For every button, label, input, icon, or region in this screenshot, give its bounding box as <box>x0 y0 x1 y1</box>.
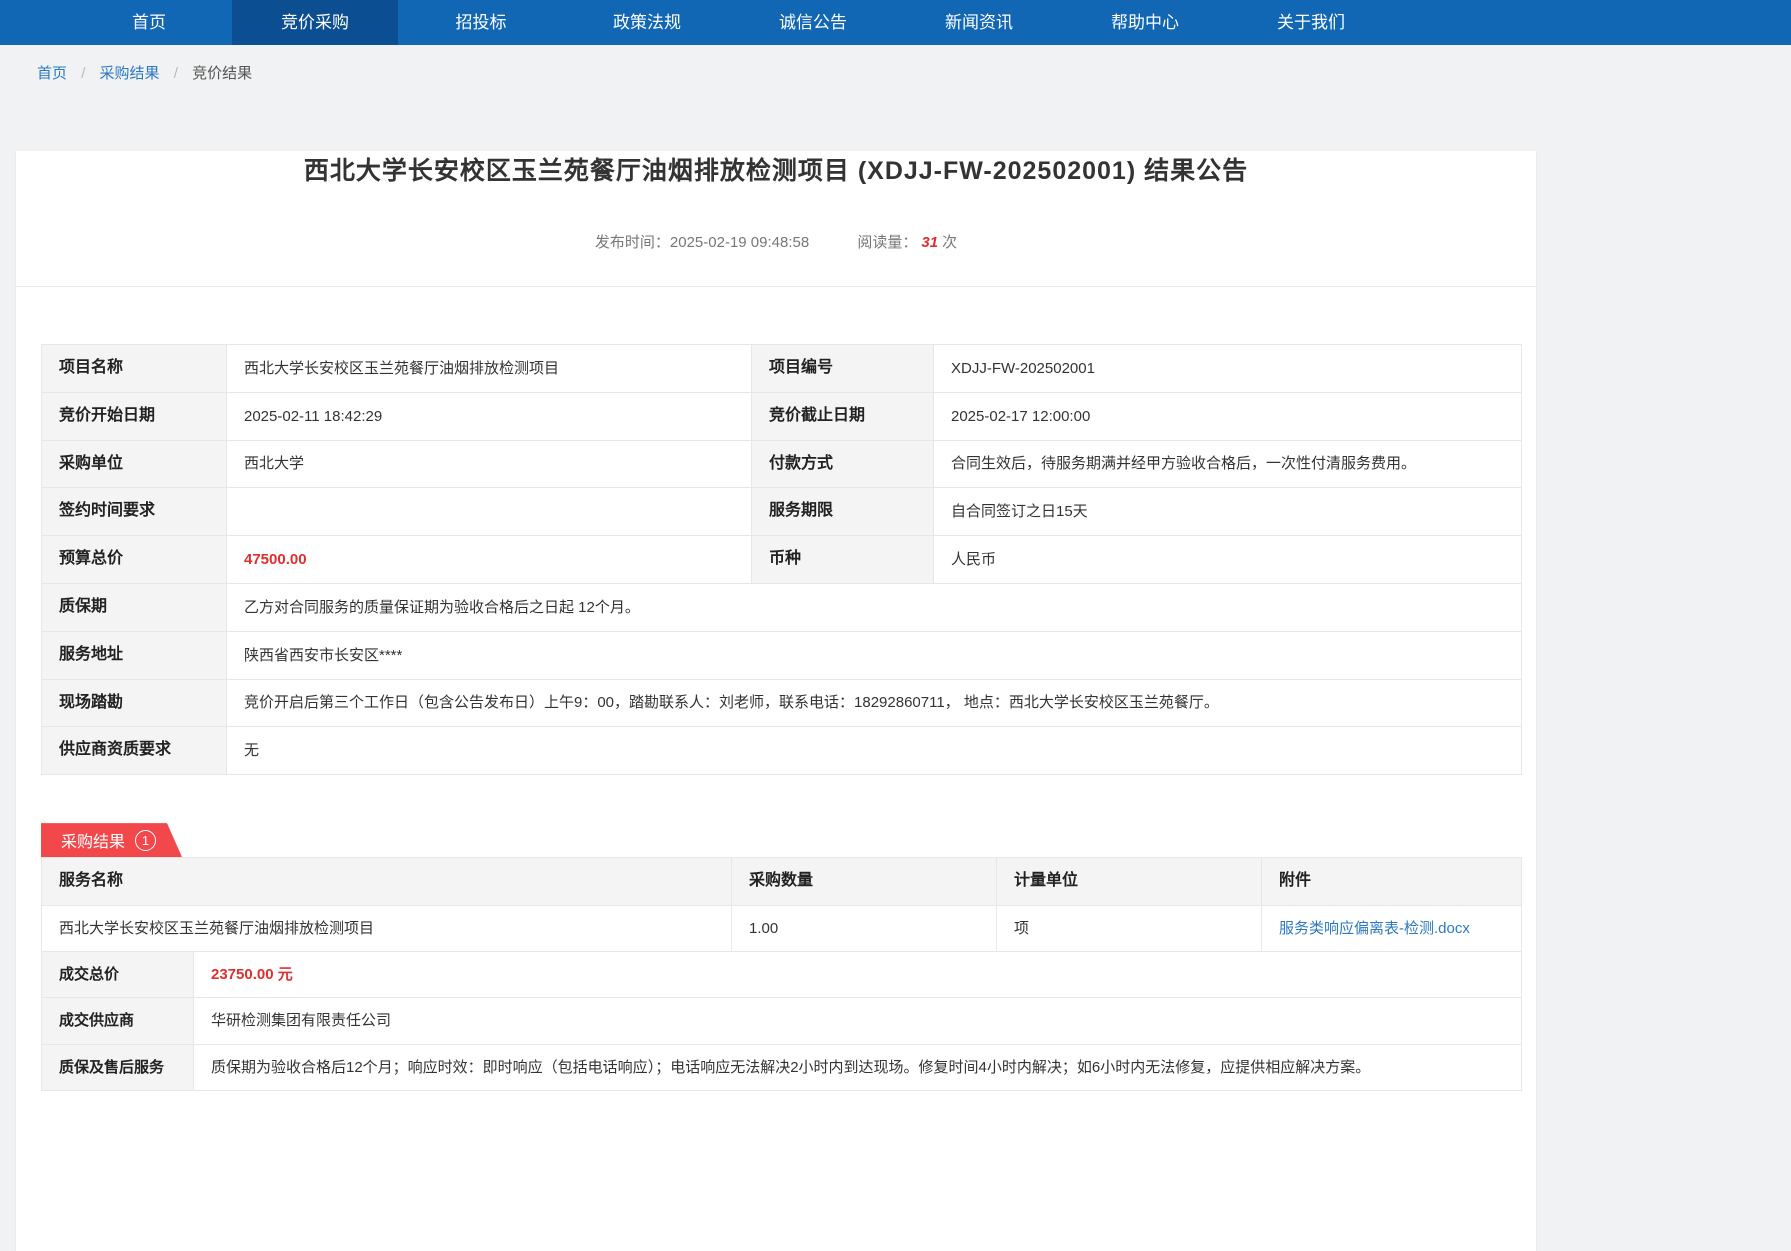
result-summary-table: 成交总价 23750.00 元 成交供应商 华研检测集团有限责任公司 质保及售后… <box>41 951 1522 1091</box>
table-header-row: 服务名称 采购数量 计量单位 附件 <box>42 858 1522 906</box>
attachment-header: 附件 <box>1262 858 1522 906</box>
budget-total-value: 47500.00 <box>227 536 752 584</box>
deal-total-label: 成交总价 <box>42 952 194 998</box>
service-address-value: 陕西省西安市长安区**** <box>227 631 1522 679</box>
views-count: 31 <box>921 234 938 251</box>
service-name-header: 服务名称 <box>42 858 732 906</box>
currency-label: 币种 <box>752 536 934 584</box>
nav-item-news[interactable]: 新闻资讯 <box>896 0 1062 45</box>
purchase-result-table: 服务名称 采购数量 计量单位 附件 西北大学长安校区玉兰苑餐厅油烟排放检测项目 … <box>41 857 1522 952</box>
table-row: 现场踏勘 竞价开启后第三个工作日（包含公告发布日）上午9：00，踏勘联系人：刘老… <box>42 679 1522 727</box>
winning-supplier-value: 华研检测集团有限责任公司 <box>194 998 1522 1044</box>
winning-supplier-label: 成交供应商 <box>42 998 194 1044</box>
purchase-result-badge-label: 采购结果 <box>61 828 125 852</box>
breadcrumb: 首页 / 采购结果 / 竞价结果 <box>0 45 1791 96</box>
supplier-qualification-value: 无 <box>227 727 1522 775</box>
table-row: 采购单位 西北大学 付款方式 合同生效后，待服务期满并经甲方验收合格后，一次性付… <box>42 440 1522 488</box>
quantity-value: 1.00 <box>732 905 997 951</box>
project-number-value: XDJJ-FW-202502001 <box>934 345 1522 393</box>
table-row: 项目名称 西北大学长安校区玉兰苑餐厅油烟排放检测项目 项目编号 XDJJ-FW-… <box>42 345 1522 393</box>
purchaser-value: 西北大学 <box>227 440 752 488</box>
warranty-period-value: 乙方对合同服务的质量保证期为验收合格后之日起 12个月。 <box>227 583 1522 631</box>
service-period-label: 服务期限 <box>752 488 934 536</box>
bid-end-label: 竞价截止日期 <box>752 392 934 440</box>
table-row: 西北大学长安校区玉兰苑餐厅油烟排放检测项目 1.00 项 服务类响应偏离表-检测… <box>42 905 1522 951</box>
table-row: 质保期 乙方对合同服务的质量保证期为验收合格后之日起 12个月。 <box>42 583 1522 631</box>
bid-start-value: 2025-02-11 18:42:29 <box>227 392 752 440</box>
table-row: 预算总价 47500.00 币种 人民币 <box>42 536 1522 584</box>
sign-time-label: 签约时间要求 <box>42 488 227 536</box>
supplier-qualification-label: 供应商资质要求 <box>42 727 227 775</box>
table-row: 竞价开始日期 2025-02-11 18:42:29 竞价截止日期 2025-0… <box>42 392 1522 440</box>
result-count-badge: 1 <box>135 830 156 851</box>
service-period-value: 自合同签订之日15天 <box>934 488 1522 536</box>
service-name-value: 西北大学长安校区玉兰苑餐厅油烟排放检测项目 <box>42 905 732 951</box>
payment-method-value: 合同生效后，待服务期满并经甲方验收合格后，一次性付清服务费用。 <box>934 440 1522 488</box>
nav-item-home[interactable]: 首页 <box>66 0 232 45</box>
project-number-label: 项目编号 <box>752 345 934 393</box>
table-row: 成交总价 23750.00 元 <box>42 952 1522 998</box>
nav-item-policy[interactable]: 政策法规 <box>564 0 730 45</box>
purchaser-label: 采购单位 <box>42 440 227 488</box>
quantity-header: 采购数量 <box>732 858 997 906</box>
payment-method-label: 付款方式 <box>752 440 934 488</box>
content-card: 西北大学长安校区玉兰苑餐厅油烟排放检测项目 (XDJJ-FW-202502001… <box>15 151 1537 1251</box>
sign-time-value <box>227 488 752 536</box>
deal-total-value: 23750.00 元 <box>194 952 1522 998</box>
table-row: 签约时间要求 服务期限 自合同签订之日15天 <box>42 488 1522 536</box>
table-row: 供应商资质要求 无 <box>42 727 1522 775</box>
table-row: 质保及售后服务 质保期为验收合格后12个月；响应时效：即时响应（包括电话响应）；… <box>42 1044 1522 1090</box>
purchase-result-badge: 采购结果 1 <box>41 823 182 857</box>
nav-item-bidding-purchase[interactable]: 竞价采购 <box>232 0 398 45</box>
page-title: 西北大学长安校区玉兰苑餐厅油烟排放检测项目 (XDJJ-FW-202502001… <box>16 151 1536 187</box>
publish-time-value: 2025-02-19 09:48:58 <box>670 234 809 251</box>
breadcrumb-separator: / <box>81 65 85 82</box>
nav-item-tender[interactable]: 招投标 <box>398 0 564 45</box>
breadcrumb-separator: / <box>174 65 178 82</box>
unit-header: 计量单位 <box>997 858 1262 906</box>
header-divider <box>16 286 1536 287</box>
warranty-service-label: 质保及售后服务 <box>42 1044 194 1090</box>
article-meta: 发布时间：2025-02-19 09:48:58 阅读量：31次 <box>16 231 1536 252</box>
service-address-label: 服务地址 <box>42 631 227 679</box>
publish-time-label: 发布时间： <box>595 234 670 251</box>
table-row: 服务地址 陕西省西安市长安区**** <box>42 631 1522 679</box>
attachment-link[interactable]: 服务类响应偏离表-检测.docx <box>1279 920 1470 937</box>
nav-item-about-us[interactable]: 关于我们 <box>1228 0 1394 45</box>
nav-item-integrity-notice[interactable]: 诚信公告 <box>730 0 896 45</box>
unit-value: 项 <box>997 905 1262 951</box>
warranty-service-value: 质保期为验收合格后12个月；响应时效：即时响应（包括电话响应）；电话响应无法解决… <box>194 1044 1522 1090</box>
views-unit: 次 <box>942 234 957 251</box>
views-label: 阅读量： <box>857 234 917 251</box>
budget-total-label: 预算总价 <box>42 536 227 584</box>
breadcrumb-purchase-results-link[interactable]: 采购结果 <box>100 65 160 82</box>
warranty-period-label: 质保期 <box>42 583 227 631</box>
currency-value: 人民币 <box>934 536 1522 584</box>
nav-item-help-center[interactable]: 帮助中心 <box>1062 0 1228 45</box>
bid-start-label: 竞价开始日期 <box>42 392 227 440</box>
breadcrumb-current: 竞价结果 <box>192 65 252 82</box>
project-name-label: 项目名称 <box>42 345 227 393</box>
project-info-table: 项目名称 西北大学长安校区玉兰苑餐厅油烟排放检测项目 项目编号 XDJJ-FW-… <box>41 344 1522 775</box>
project-name-value: 西北大学长安校区玉兰苑餐厅油烟排放检测项目 <box>227 345 752 393</box>
top-nav: 首页 竞价采购 招投标 政策法规 诚信公告 新闻资讯 帮助中心 关于我们 <box>0 0 1791 45</box>
site-survey-label: 现场踏勘 <box>42 679 227 727</box>
bid-end-value: 2025-02-17 12:00:00 <box>934 392 1522 440</box>
breadcrumb-home-link[interactable]: 首页 <box>37 65 67 82</box>
site-survey-value: 竞价开启后第三个工作日（包含公告发布日）上午9：00，踏勘联系人：刘老师，联系电… <box>227 679 1522 727</box>
table-row: 成交供应商 华研检测集团有限责任公司 <box>42 998 1522 1044</box>
